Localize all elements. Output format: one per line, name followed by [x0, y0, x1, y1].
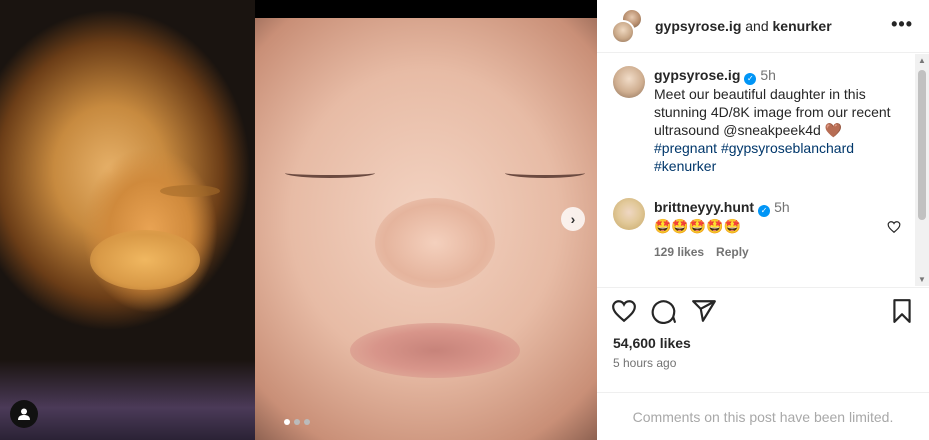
verified-icon: ✓ — [758, 205, 771, 217]
collab-avatars[interactable] — [611, 8, 647, 44]
heart-icon[interactable] — [887, 220, 901, 234]
caption-body: gypsyrose.ig ✓ 5h Meet our beautiful daugh… — [654, 66, 904, 175]
bookmark-icon[interactable] — [889, 298, 915, 324]
comment-body: brittneyyy.hunt ✓ 5h 🤩🤩🤩🤩🤩 129 likes Reply — [654, 198, 904, 261]
authors-join: and — [741, 18, 773, 34]
caption-item: gypsyrose.ig ✓ 5h Meet our beautiful daugh… — [613, 66, 904, 175]
comment-time[interactable]: 5h — [774, 199, 790, 215]
ultrasound-nose — [90, 230, 200, 290]
baby-nose — [375, 198, 495, 288]
avatar[interactable] — [613, 198, 645, 230]
avatar[interactable] — [613, 66, 645, 98]
comment-likes[interactable]: 129 likes — [654, 245, 704, 259]
caption-time[interactable]: 5h — [760, 67, 776, 83]
verified-icon: ✓ — [744, 73, 757, 85]
user-tag-icon — [18, 408, 30, 420]
left-eyelid — [285, 168, 375, 178]
baby-lips — [350, 323, 520, 378]
user-tag-button[interactable] — [10, 400, 38, 428]
instagram-post-view: › gypsyrose.ig and kenurker ••• gypsyros… — [0, 0, 929, 440]
comments-limited-notice: Comments on this post have been limited. — [597, 392, 929, 440]
carousel-dot — [294, 419, 300, 425]
post-actions: 54,600 likes 5 hours ago — [597, 287, 929, 392]
author-link[interactable]: kenurker — [773, 18, 832, 34]
post-side-panel: gypsyrose.ig and kenurker ••• gypsyrose.… — [597, 0, 929, 440]
scroll-down-icon[interactable]: ▼ — [918, 275, 926, 284]
caption-hashtags[interactable]: #pregnant #gypsyroseblanchard #kenurker — [654, 140, 854, 174]
chevron-right-icon: › — [570, 211, 576, 227]
share-icon[interactable] — [691, 298, 717, 324]
carousel-next-button[interactable]: › — [561, 207, 585, 231]
more-options-button[interactable]: ••• — [891, 14, 913, 35]
scrollbar[interactable]: ▲ ▼ — [915, 54, 929, 286]
avatar[interactable] — [611, 20, 635, 44]
scrollbar-thumb[interactable] — [918, 70, 926, 220]
comment-username[interactable]: brittneyyy.hunt — [654, 199, 754, 215]
carousel-indicator — [284, 419, 310, 425]
author-link[interactable]: gypsyrose.ig — [655, 18, 741, 34]
comments-list[interactable]: gypsyrose.ig ✓ 5h Meet our beautiful daugh… — [597, 54, 929, 286]
ultrasound-shadow — [0, 360, 255, 440]
carousel-dot — [284, 419, 290, 425]
image-top-border — [255, 0, 597, 18]
likes-count[interactable]: 54,600 likes — [613, 335, 691, 351]
post-media-carousel[interactable]: › — [0, 0, 597, 440]
action-icons — [611, 298, 915, 328]
caption-text: Meet our beautiful daughter in this stun… — [654, 86, 891, 138]
reply-button[interactable]: Reply — [716, 245, 749, 259]
scroll-up-icon[interactable]: ▲ — [918, 56, 926, 65]
caption-username[interactable]: gypsyrose.ig — [654, 67, 740, 83]
post-authors: gypsyrose.ig and kenurker — [655, 18, 832, 34]
baby-render-image — [255, 18, 597, 440]
comment-text: 🤩🤩🤩🤩🤩 — [654, 218, 742, 234]
carousel-dot — [304, 419, 310, 425]
ultrasound-image — [0, 0, 255, 440]
comment-item: brittneyyy.hunt ✓ 5h 🤩🤩🤩🤩🤩 129 likes Reply — [613, 198, 904, 261]
right-eyelid — [505, 168, 585, 178]
comment-icon[interactable] — [651, 298, 677, 324]
post-header: gypsyrose.ig and kenurker ••• — [597, 0, 929, 53]
comment-meta: 129 likes Reply — [654, 243, 904, 261]
ultrasound-eye — [160, 185, 220, 197]
heart-icon[interactable] — [611, 298, 637, 324]
post-timestamp[interactable]: 5 hours ago — [613, 356, 676, 370]
